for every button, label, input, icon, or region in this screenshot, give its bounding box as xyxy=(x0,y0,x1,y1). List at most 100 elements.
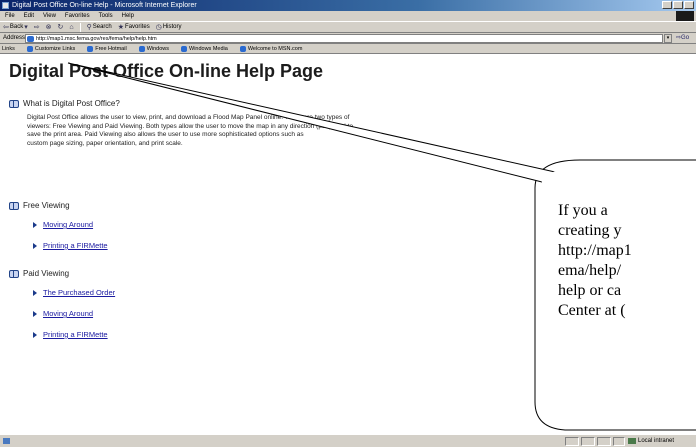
history-icon: ◷ xyxy=(155,23,162,31)
home-icon: ⌂ xyxy=(69,23,74,31)
toc-link[interactable]: Printing a FIRMette xyxy=(43,330,108,339)
triangle-bullet-icon xyxy=(33,242,37,249)
go-button[interactable]: ⇨Go xyxy=(676,33,689,44)
link-label: Windows xyxy=(146,45,169,52)
section-heading-what-is[interactable]: What is Digital Post Office? xyxy=(9,99,120,108)
security-zone: Local intranet xyxy=(628,435,674,447)
windows-logo-icon xyxy=(676,11,694,21)
toc-item[interactable]: Printing a FIRMette xyxy=(33,241,108,250)
forward-arrow-icon: ⇨ xyxy=(33,23,40,31)
links-bar: Links Customize Links Free Hotmail Windo… xyxy=(0,44,696,54)
forward-button[interactable]: ⇨ xyxy=(34,22,40,33)
done-page-icon xyxy=(3,438,10,444)
toc-link[interactable]: Moving Around xyxy=(43,220,93,229)
page-icon xyxy=(181,45,187,52)
section-heading-label: What is Digital Post Office? xyxy=(23,99,120,108)
chevron-down-icon: ▾ xyxy=(24,23,28,31)
section-heading-free-viewing[interactable]: Free Viewing xyxy=(9,201,70,210)
link-label: Welcome to MSN.com xyxy=(247,45,303,52)
search-icon: ⚲ xyxy=(86,23,92,31)
stop-button[interactable]: ⊗ xyxy=(46,22,52,33)
link-windows[interactable]: Windows xyxy=(138,44,169,53)
description-line: viewers: Free Viewing and Paid Viewing. … xyxy=(27,122,354,130)
section-heading-label: Free Viewing xyxy=(23,201,70,210)
link-label: Windows Media xyxy=(189,45,228,52)
link-msn[interactable]: Welcome to MSN.com xyxy=(239,44,303,53)
standard-toolbar: ⇦ Back ▾ ⇨ ⊗ ↻ ⌂ ⚲ Search ★ Favorites ◷ … xyxy=(0,21,696,33)
history-label: History xyxy=(162,23,182,30)
close-button[interactable] xyxy=(684,1,694,9)
address-input[interactable]: http://map1.msc.fema.gov/res/fema/help/h… xyxy=(25,34,663,43)
go-label: Go xyxy=(681,35,690,41)
home-button[interactable]: ⌂ xyxy=(69,22,73,33)
address-dropdown-button[interactable]: ▾ xyxy=(664,34,672,43)
link-free-hotmail[interactable]: Free Hotmail xyxy=(87,44,127,53)
callout-line: help or ca xyxy=(558,282,622,299)
toc-item[interactable]: Printing a FIRMette xyxy=(33,330,108,339)
favorites-button[interactable]: ★ Favorites xyxy=(118,22,150,33)
link-windows-media[interactable]: Windows Media xyxy=(181,44,228,53)
book-icon xyxy=(9,270,19,278)
toc-item[interactable]: Moving Around xyxy=(33,309,93,318)
menu-help[interactable]: Help xyxy=(122,11,134,21)
menu-edit[interactable]: Edit xyxy=(24,11,34,21)
menu-tools[interactable]: Tools xyxy=(99,11,113,21)
description-line: Digital Post Office allows the user to v… xyxy=(27,114,350,121)
book-icon xyxy=(9,202,19,210)
links-label: Links xyxy=(2,46,15,52)
address-bar: Address http://map1.msc.fema.gov/res/fem… xyxy=(0,33,696,44)
page-icon xyxy=(138,45,145,52)
callout-line: creating y xyxy=(558,222,622,239)
link-label: Customize Links xyxy=(34,45,76,52)
menu-favorites[interactable]: Favorites xyxy=(65,11,90,21)
section-description: Digital Post Office allows the user to v… xyxy=(27,114,547,148)
callout-text: If you a creating y http://map1 ema/help… xyxy=(558,201,696,321)
status-cell xyxy=(613,437,625,446)
page-icon xyxy=(239,45,246,52)
search-button[interactable]: ⚲ Search xyxy=(87,22,112,33)
page-icon xyxy=(26,45,33,52)
toc-link[interactable]: The Purchased Order xyxy=(43,288,115,297)
window-title: Digital Post Office On-line Help - Micro… xyxy=(12,2,197,9)
callout-line: Center at ( xyxy=(558,302,626,319)
description-line: custom page sizing, paper orientation, a… xyxy=(27,139,183,147)
menu-bar: File Edit View Favorites Tools Help xyxy=(0,11,696,21)
description-line: save the print area. Paid Viewing also a… xyxy=(27,131,304,138)
intranet-icon xyxy=(628,438,636,444)
history-button[interactable]: ◷ History xyxy=(156,22,182,33)
status-cell xyxy=(597,437,611,446)
address-url: http://map1.msc.fema.gov/res/fema/help/h… xyxy=(36,36,157,42)
page-title: Digital Post Office On-line Help Page xyxy=(9,61,324,81)
section-heading-label: Paid Viewing xyxy=(23,269,70,278)
toc-item[interactable]: The Purchased Order xyxy=(33,288,115,297)
triangle-bullet-icon xyxy=(33,331,37,338)
status-cell xyxy=(581,437,595,446)
status-bar: Local intranet xyxy=(0,434,696,447)
search-label: Search xyxy=(92,23,112,30)
toc-item[interactable]: Moving Around xyxy=(33,220,93,229)
link-label: Free Hotmail xyxy=(95,45,127,52)
ie-icon xyxy=(2,2,9,9)
page-icon xyxy=(87,45,94,52)
callout-line: http://map1 xyxy=(558,242,632,259)
triangle-bullet-icon xyxy=(33,310,37,317)
toolbar-separator xyxy=(79,22,81,32)
favorites-label: Favorites xyxy=(125,23,150,30)
refresh-button[interactable]: ↻ xyxy=(57,22,63,33)
toc-link[interactable]: Moving Around xyxy=(43,309,93,318)
toc-link[interactable]: Printing a FIRMette xyxy=(43,241,108,250)
minimize-button[interactable] xyxy=(662,1,672,9)
menu-view[interactable]: View xyxy=(43,11,56,21)
favorites-icon: ★ xyxy=(117,23,125,31)
triangle-bullet-icon xyxy=(33,221,37,228)
back-label: Back xyxy=(9,23,24,30)
back-button[interactable]: ⇦ Back ▾ xyxy=(3,22,28,33)
callout-line: ema/help/ xyxy=(558,262,622,279)
callout-line: If you a xyxy=(558,202,608,219)
link-customize-links[interactable]: Customize Links xyxy=(26,44,76,53)
section-heading-paid-viewing[interactable]: Paid Viewing xyxy=(9,269,69,278)
menu-file[interactable]: File xyxy=(5,11,15,21)
zone-label: Local intranet xyxy=(638,438,675,444)
maximize-button[interactable] xyxy=(673,1,683,9)
status-cell xyxy=(565,437,579,446)
